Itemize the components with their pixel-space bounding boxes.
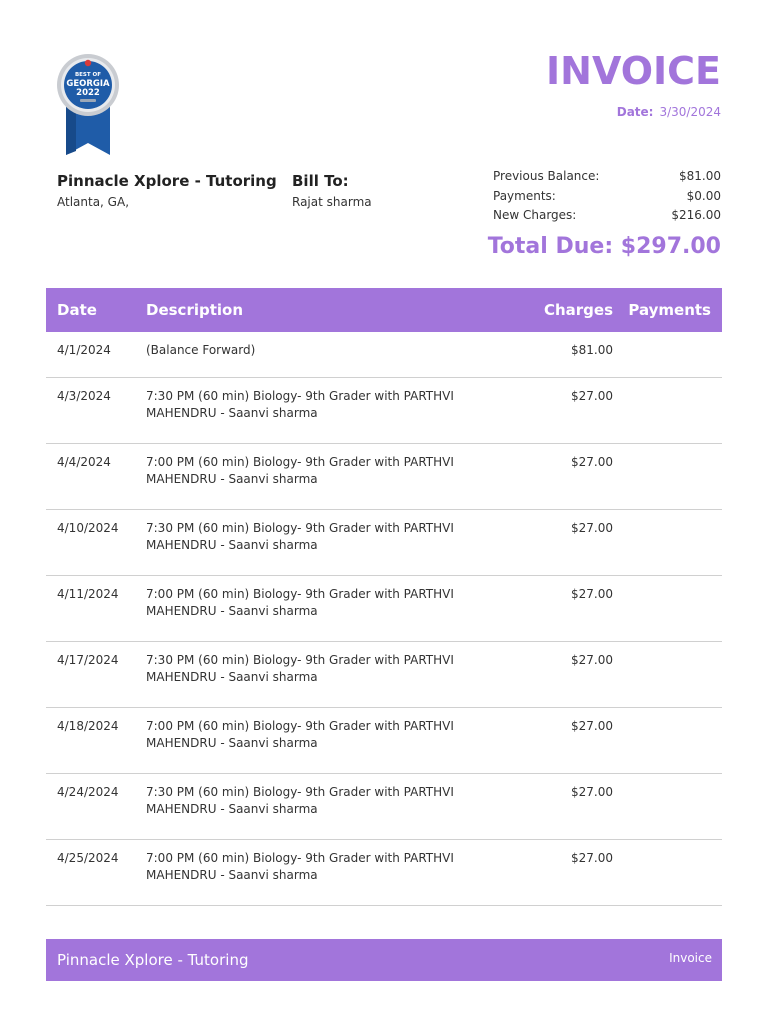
summary-value: $0.00 [686,188,721,203]
row-date: 4/10/2024 [57,521,119,535]
footer-label: Invoice [669,951,712,965]
row-date: 4/11/2024 [57,587,119,601]
table-row: 4/1/2024 (Balance Forward) $81.00 [46,332,722,378]
invoice-page: BEST OF GEORGIA 2022 INVOICE Date: 3/30/2… [0,0,768,1024]
badge-line3: 2022 [76,88,100,98]
table-header: Date Description Charges Payments [46,288,722,332]
summary-label: Previous Balance: [493,169,600,183]
summary-label: Payments: [493,188,556,203]
table-row: 4/24/2024 7:30 PM (60 min) Biology- 9th … [46,774,722,840]
bill-to-name: Rajat sharma [292,195,372,209]
summary-label: New Charges: [493,208,577,222]
table-row: 4/25/2024 7:00 PM (60 min) Biology- 9th … [46,840,722,906]
table-row: 4/4/2024 7:00 PM (60 min) Biology- 9th G… [46,444,722,510]
summary-value: $81.00 [679,169,721,183]
row-description: 7:30 PM (60 min) Biology- 9th Grader wit… [146,521,454,552]
company-address: Atlanta, GA, [57,195,130,209]
row-description: 7:30 PM (60 min) Biology- 9th Grader wit… [146,389,454,420]
best-of-georgia-badge-icon: BEST OF GEORGIA 2022 [57,54,119,155]
row-charge: $81.00 [571,343,613,357]
row-description: 7:00 PM (60 min) Biology- 9th Grader wit… [146,455,454,486]
row-charge: $27.00 [571,521,613,535]
column-header-charges: Charges [543,301,613,319]
row-date: 4/25/2024 [57,851,119,865]
table-row: 4/17/2024 7:30 PM (60 min) Biology- 9th … [46,642,722,708]
row-charge: $27.00 [571,653,613,667]
row-date: 4/18/2024 [57,719,119,733]
table-row: 4/3/2024 7:30 PM (60 min) Biology- 9th G… [46,378,722,444]
row-charge: $27.00 [571,587,613,601]
summary-row-previous-balance: Previous Balance: $81.00 [493,167,721,187]
row-description: 7:30 PM (60 min) Biology- 9th Grader wit… [146,785,454,816]
summary-row-new-charges: New Charges: $216.00 [493,206,721,226]
invoice-date-value: 3/30/2024 [659,105,721,119]
bill-to-label: Bill To: [292,172,349,190]
row-charge: $27.00 [571,785,613,799]
row-date: 4/3/2024 [57,389,111,403]
column-header-description: Description [146,301,244,319]
row-date: 4/24/2024 [57,785,119,799]
page-footer: Pinnacle Xplore - Tutoring Invoice [46,939,722,981]
row-description: 7:00 PM (60 min) Biology- 9th Grader wit… [146,587,454,618]
row-description: 7:00 PM (60 min) Biology- 9th Grader wit… [146,851,454,882]
footer-company-name: Pinnacle Xplore - Tutoring [57,951,249,969]
row-charge: $27.00 [571,851,613,865]
invoice-title: INVOICE [546,49,721,93]
row-charge: $27.00 [571,389,613,403]
row-description: (Balance Forward) [146,343,256,357]
invoice-date-label: Date: [616,105,654,119]
row-description: 7:00 PM (60 min) Biology- 9th Grader wit… [146,719,454,750]
table-row: 4/10/2024 7:30 PM (60 min) Biology- 9th … [46,510,722,576]
summary-value: $216.00 [671,208,721,222]
badge-line1: BEST OF [75,72,101,78]
row-charge: $27.00 [571,455,613,469]
row-date: 4/4/2024 [57,455,111,469]
row-date: 4/1/2024 [57,343,111,357]
row-description: 7:30 PM (60 min) Biology- 9th Grader wit… [146,653,454,684]
line-items: 4/1/2024 (Balance Forward) $81.00 4/3/20… [46,332,722,906]
invoice-date: Date: 3/30/2024 [617,104,721,120]
column-header-payments: Payments [628,301,711,319]
row-charge: $27.00 [571,719,613,733]
table-row: 4/11/2024 7:00 PM (60 min) Biology- 9th … [46,576,722,642]
table-row: 4/18/2024 7:00 PM (60 min) Biology- 9th … [46,708,722,774]
total-due: Total Due: $297.00 [487,234,721,259]
company-name: Pinnacle Xplore - Tutoring [57,172,277,190]
summary-row-payments: Payments: $0.00 [493,187,721,207]
row-date: 4/17/2024 [57,653,119,667]
balance-summary: Previous Balance: $81.00 Payments: $0.00… [493,167,721,226]
column-header-date: Date [57,301,97,319]
